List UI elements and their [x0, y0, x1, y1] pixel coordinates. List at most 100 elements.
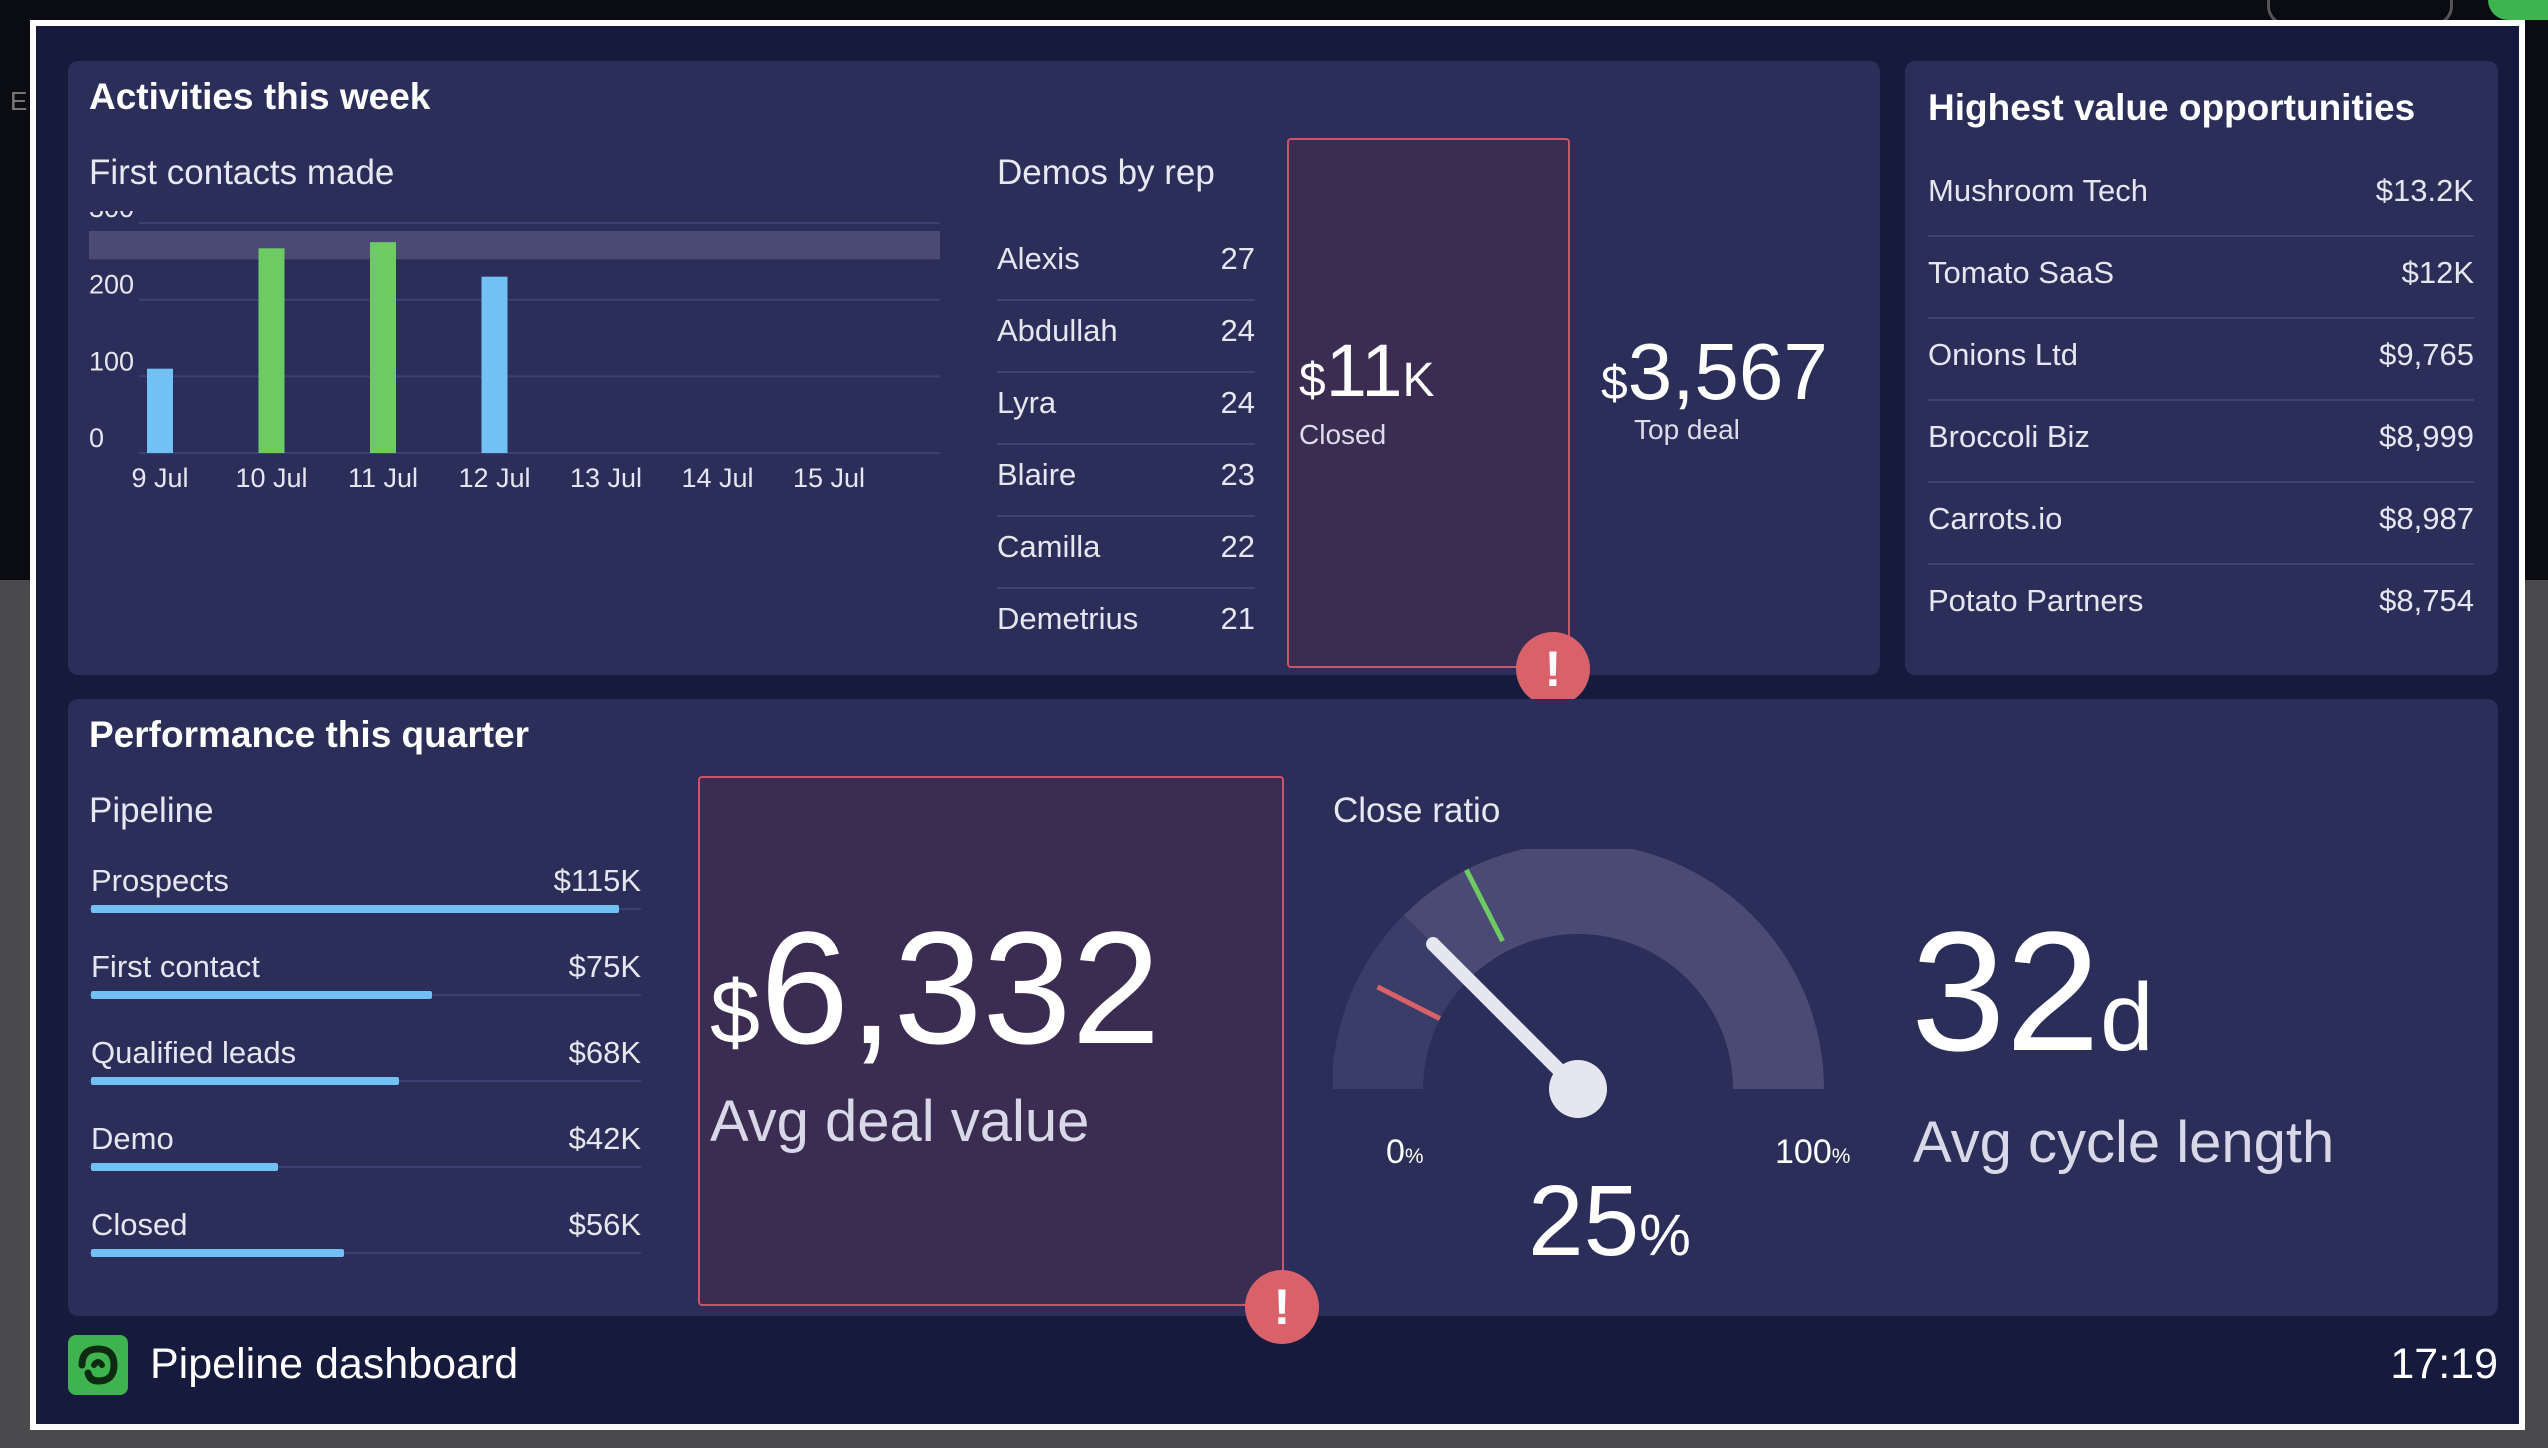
rep-name: Demetrius	[997, 601, 1139, 636]
opportunity-name: Mushroom Tech	[1928, 173, 2148, 208]
list-item: Camilla 22	[997, 515, 1255, 589]
closed-number: 11	[1325, 329, 1403, 412]
first-contacts-chart: 0 100 200 300 9 Jul 10 Jul 11 Jul 12 Jul 13 Jul 1…	[89, 211, 940, 493]
avg-deal-label: Avg deal value	[710, 1089, 1090, 1154]
gauge-min-label: 0%	[1386, 1133, 1424, 1172]
rep-name: Blaire	[997, 457, 1077, 492]
cycle-value: 32d	[1911, 894, 2153, 1090]
opportunity-value: $9,765	[2379, 337, 2474, 372]
rep-value: 24	[1220, 385, 1255, 420]
y-tick-label: 200	[89, 270, 134, 300]
pipeline-stage: Prospects $115K	[89, 863, 641, 949]
x-tick-label: 13 Jul	[570, 463, 642, 493]
bar	[147, 368, 173, 453]
performance-title: Performance this quarter	[89, 714, 530, 755]
list-item: Potato Partners $8,754	[1928, 563, 2474, 645]
alert-icon[interactable]: !	[1516, 632, 1590, 706]
top-deal-currency: $	[1601, 357, 1628, 410]
x-tick-label: 9 Jul	[131, 463, 188, 493]
stage-name: Closed	[91, 1207, 188, 1242]
closed-label: Closed	[1299, 419, 1387, 450]
avg-deal-kpi: $6,332 Avg deal value	[698, 776, 1284, 1306]
pipeline-stage: Qualified leads $68K	[89, 1035, 641, 1121]
gauge-min-value: 0	[1386, 1133, 1405, 1171]
stage-bar	[91, 905, 619, 913]
first-contacts-title: First contacts made	[89, 153, 395, 192]
performance-panel: Performance this quarter Pipeline Prospe…	[68, 699, 2498, 1344]
bar	[370, 242, 396, 453]
y-tick-label: 100	[89, 346, 134, 376]
close-ratio-title: Close ratio	[1333, 791, 1501, 830]
opportunity-name: Broccoli Biz	[1928, 419, 2090, 454]
rep-name: Abdullah	[997, 313, 1118, 348]
x-tick-label: 12 Jul	[458, 463, 530, 493]
opportunity-name: Carrots.io	[1928, 501, 2063, 536]
target-band	[89, 231, 940, 260]
gauge-max-unit: %	[1831, 1145, 1851, 1168]
top-deal-label: Top deal	[1634, 414, 1740, 445]
x-tick-label: 11 Jul	[348, 463, 418, 493]
dashboard-frame: Activities this week First contacts made…	[30, 20, 2525, 1430]
list-item: Mushroom Tech $13.2K	[1928, 153, 2474, 237]
activities-title: Activities this week	[89, 76, 431, 117]
list-item: Onions Ltd $9,765	[1928, 317, 2474, 401]
stage-name: First contact	[91, 949, 260, 984]
stage-value: $75K	[568, 949, 641, 984]
avg-deal-number: 6,332	[760, 898, 1161, 1077]
list-item: Abdullah 24	[997, 299, 1255, 373]
stage-bar	[91, 991, 432, 999]
opportunity-name: Tomato SaaS	[1928, 255, 2115, 290]
pipeline-title: Pipeline	[89, 791, 214, 830]
gauge-max-label: 100%	[1775, 1133, 1850, 1172]
opportunity-value: $13.2K	[2375, 173, 2474, 208]
stage-name: Qualified leads	[91, 1035, 297, 1070]
gauge-max-value: 100	[1775, 1133, 1832, 1171]
top-deal-value: $3,567	[1601, 326, 1828, 418]
list-item: Tomato SaaS $12K	[1928, 235, 2474, 319]
list-item: Demetrius 21	[997, 587, 1255, 659]
background-green-shape	[2488, 0, 2548, 20]
list-item: Lyra 24	[997, 371, 1255, 445]
stage-bar	[91, 1249, 344, 1257]
pipeline-list: Prospects $115K First contact $75K Quali…	[89, 863, 641, 1303]
rep-value: 27	[1220, 241, 1255, 276]
stage-value: $115K	[553, 863, 641, 898]
cycle-unit: d	[2100, 964, 2154, 1071]
stage-value: $68K	[568, 1035, 641, 1070]
stage-value: $42K	[568, 1121, 641, 1156]
avg-deal-value: $6,332	[710, 896, 1160, 1080]
close-ratio-value: 25%	[1528, 1164, 1691, 1279]
opportunities-panel: Highest value opportunities Mushroom Tec…	[1905, 61, 2498, 675]
x-tick-label: 15 Jul	[793, 463, 865, 493]
list-item: Blaire 23	[997, 443, 1255, 517]
pipeline-stage: Closed $56K	[89, 1207, 641, 1293]
pipeline-stage: First contact $75K	[89, 949, 641, 1035]
closed-kpi: $11K Closed	[1287, 138, 1570, 668]
x-tick-label: 10 Jul	[235, 463, 307, 493]
closed-currency: $	[1299, 354, 1326, 407]
rep-value: 24	[1220, 313, 1255, 348]
logo-icon	[68, 1335, 128, 1395]
y-tick-label: 0	[89, 423, 104, 453]
y-tick-label: 300	[89, 211, 134, 223]
dashboard-title: Pipeline dashboard	[150, 1340, 519, 1388]
opportunity-name: Onions Ltd	[1928, 337, 2078, 372]
close-ratio-unit: %	[1639, 1203, 1691, 1268]
bar	[481, 276, 508, 453]
list-item: Carrots.io $8,987	[1928, 481, 2474, 565]
stage-bar	[91, 1163, 278, 1171]
close-ratio-gauge	[1333, 849, 1824, 1118]
stage-bar	[91, 1077, 399, 1085]
avg-deal-currency: $	[710, 963, 761, 1063]
rep-value: 22	[1220, 529, 1255, 564]
list-item: Alexis 27	[997, 227, 1255, 301]
list-item: Broccoli Biz $8,999	[1928, 399, 2474, 483]
clock: 17:19	[2390, 1340, 2498, 1388]
bar	[258, 248, 285, 453]
closed-suffix: K	[1402, 354, 1435, 407]
opportunities-title: Highest value opportunities	[1928, 87, 2416, 128]
close-ratio-number: 25	[1528, 1165, 1640, 1277]
rep-value: 23	[1220, 457, 1255, 492]
activities-panel: Activities this week First contacts made…	[68, 61, 1880, 706]
dashboard: Activities this week First contacts made…	[36, 26, 2519, 1424]
